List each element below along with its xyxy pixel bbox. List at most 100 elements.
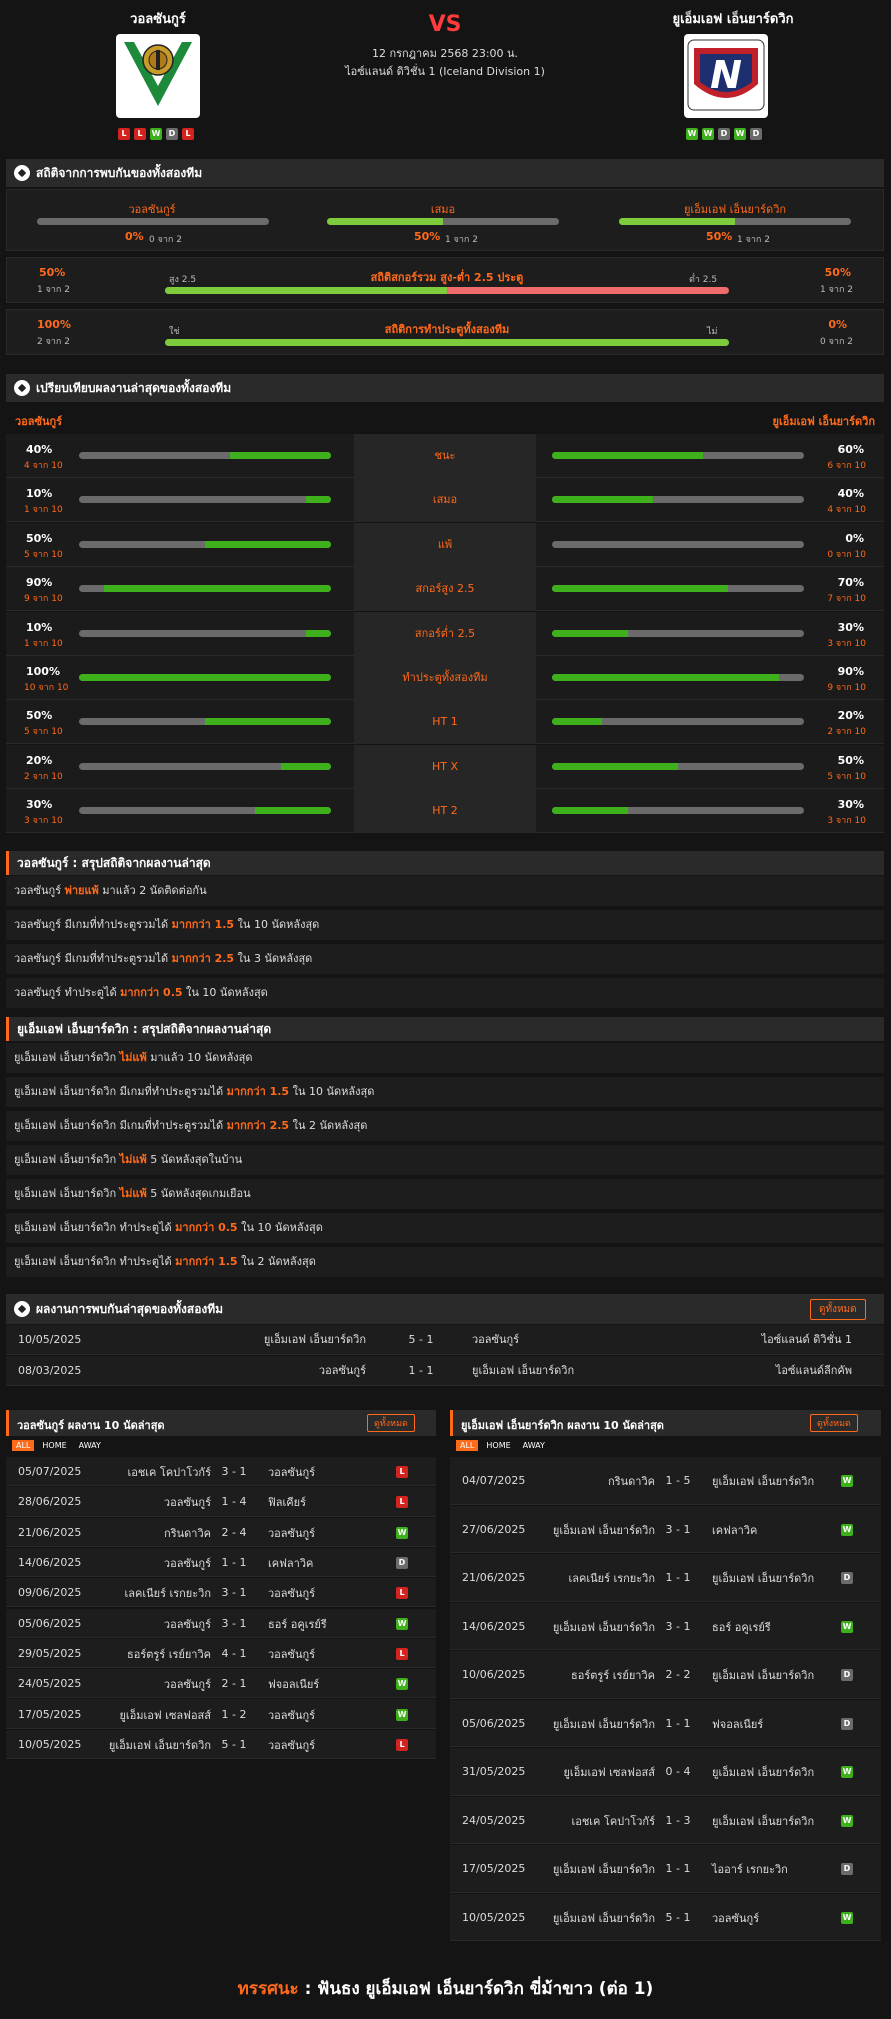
ou-bar (165, 287, 729, 294)
result-badge: W (841, 1523, 853, 1536)
summary-highlight: มากกว่า 0.5 (120, 986, 183, 999)
home-bar (79, 807, 331, 815)
match-row[interactable]: 31/05/2025 ยูเอ็มเอฟ เซลฟอสส์ 0 - 4 ยูเอ็มเ… (450, 1748, 881, 1796)
match-home: เอชเค โคปาโวกัร์ (571, 1814, 655, 1828)
summary-row: ยูเอ็มเอฟ เอ็นยาร์ดวิก มีเกมที่ทำประตูรว… (6, 1111, 884, 1141)
match-home: ยูเอ็มเอฟ เอ็นยาร์ดวิก (552, 1863, 655, 1877)
match-row[interactable]: 09/06/2025 เลคเนียร์ เรกยะวิก 3 - 1 วอลซันก… (6, 1578, 436, 1608)
summary-text: ใน 10 นัดหลังสุด (237, 1221, 323, 1234)
match-date: 21/06/2025 (462, 1571, 526, 1585)
compare-label: HT X (354, 744, 536, 789)
match-row[interactable]: 21/06/2025 เลคเนียร์ เรกยะวิก 1 - 1 ยูเอ็มเ… (450, 1554, 881, 1602)
match-row[interactable]: 21/06/2025 กรินดาวิค 2 - 4 วอลซันกูร์ W (6, 1517, 436, 1547)
h2h-view-all-button[interactable]: ดูทั้งหมด (810, 1299, 866, 1320)
match-away: วอลซันกูร์ (712, 1911, 760, 1925)
compare-label: ทำประตูทั้งสองทีม (354, 656, 536, 700)
away-frac: 2 จาก 10 (827, 727, 866, 738)
compare-label: HT 2 (354, 789, 536, 834)
tab-away[interactable]: AWAY (75, 1440, 105, 1451)
match-row[interactable]: 10/06/2025 ธอร์ตรูร์ เรย์ยาวิค 2 - 2 ยูเอ็ม… (450, 1651, 881, 1699)
summary-text: ยูเอ็มเอฟ เอ็นยาร์ดวิก (14, 1187, 120, 1200)
away-pct: 90% (837, 665, 864, 678)
match-score: 5 - 1 (665, 1910, 691, 1924)
home-last10-view-all[interactable]: ดูทั้งหมด (367, 1414, 415, 1432)
compare-label: สกอร์สูง 2.5 (354, 567, 536, 612)
match-home: ยูเอ็มเอฟ เอ็นยาร์ดวิก (552, 1911, 655, 1925)
match-row[interactable]: 24/05/2025 เอชเค โคปาโวกัร์ 1 - 3 ยูเอ็มเอฟ… (450, 1796, 881, 1844)
summary-text: ใน 10 นัดหลังสุด (234, 918, 320, 931)
away-team-logo[interactable]: N (684, 34, 768, 118)
match-row[interactable]: 10/05/2025 ยูเอ็มเอฟ เอ็นยาร์ดวิก 5 - 1 วอล… (450, 1893, 881, 1941)
away-pct: 0% (845, 531, 864, 545)
summary-highlight: มากกว่า 0.5 (175, 1221, 238, 1234)
tab-all[interactable]: ALL (456, 1440, 479, 1451)
match-away: ฟจอลเนียร์ (268, 1678, 320, 1692)
away-bar-fill (552, 629, 628, 637)
result-badge: L (396, 1738, 408, 1751)
match-away: ธอร์ อคูเรย์รี (268, 1617, 327, 1631)
match-row[interactable]: 05/06/2025 ยูเอ็มเอฟ เอ็นยาร์ดวิก 1 - 1 ฟจอ… (450, 1699, 881, 1747)
ou-right-frac: 1 จาก 2 (820, 285, 853, 295)
match-away: ยูเอ็มเอฟ เอ็นยาร์ดวิก (712, 1766, 815, 1780)
match-home: กรินดาวิค (608, 1475, 655, 1489)
home-frac: 10 จาก 10 (24, 683, 69, 693)
away-team-name[interactable]: ยูเอ็มเอฟ เอ็นยาร์ดวิก (613, 8, 853, 29)
tab-home[interactable]: HOME (38, 1440, 70, 1451)
tab-all[interactable]: ALL (12, 1440, 35, 1451)
h2h-match-row[interactable]: 10/05/2025 ยูเอ็มเอฟ เอ็นยาร์ดวิก 5 - 1 วอล… (6, 1325, 884, 1355)
home-pct: 10% (26, 620, 53, 634)
summary-highlight: มากกว่า 2.5 (226, 1119, 290, 1132)
match-row[interactable]: 10/05/2025 ยูเอ็มเอฟ เอ็นยาร์ดวิก 5 - 1 วอล… (6, 1729, 436, 1759)
match-date: 10/05/2025 (18, 1333, 82, 1346)
home-form-badges: LLWDL (118, 128, 194, 140)
match-date: 10/05/2025 (462, 1910, 526, 1924)
match-score: 1 - 1 (221, 1556, 247, 1570)
match-row[interactable]: 05/06/2025 วอลซันกูร์ 3 - 1 ธอร์ อคูเรย์รี W (6, 1608, 436, 1638)
home-frac: 3 จาก 10 (24, 816, 63, 827)
compare-label: เสมอ (354, 478, 536, 523)
away-last10-view-all[interactable]: ดูทั้งหมด (810, 1414, 858, 1432)
compare-away-name: ยูเอ็มเอฟ เอ็นยาร์ดวิก (772, 415, 875, 428)
away-frac: 0 จาก 10 (827, 549, 866, 560)
h2h-matches-title: ผลงานการพบกันล่าสุดของทั้งสองทีม (36, 1301, 224, 1316)
summary-away-header: ยูเอ็มเอฟ เอ็นยาร์ดวิก : สรุปสถิติจากผลง… (6, 1017, 884, 1041)
match-away: ธอร์ อคูเรย์รี (712, 1620, 771, 1634)
summary-row: วอลซันกูร์ มีเกมที่ทำประตูรวมได้ มากกว่า… (6, 910, 884, 940)
match-row[interactable]: 27/06/2025 ยูเอ็มเอฟ เอ็นยาร์ดวิก 3 - 1 เคฟ… (450, 1505, 881, 1553)
match-date: 10/06/2025 (462, 1668, 526, 1682)
result-badge: W (841, 1766, 853, 1779)
match-date: 28/06/2025 (18, 1495, 82, 1509)
summary-text: 5 นัดหลังสุดเกมเยือน (146, 1187, 251, 1200)
tab-away[interactable]: AWAY (519, 1440, 549, 1451)
result-badge: W (841, 1620, 853, 1633)
away-pct: 30% (837, 798, 864, 812)
match-row[interactable]: 28/06/2025 วอลซันกูร์ 1 - 4 ฟิลเคียร์ L (6, 1487, 436, 1517)
match-row[interactable]: 14/06/2025 วอลซันกูร์ 1 - 1 เคฟลาวิค D (6, 1547, 436, 1578)
result-badge: D (841, 1717, 853, 1730)
match-row[interactable]: 24/05/2025 วอลซันกูร์ 2 - 1 ฟจอลเนียร์ W (6, 1669, 436, 1699)
home-team-logo[interactable] (116, 34, 200, 118)
summary-row: ยูเอ็มเอฟ เอ็นยาร์ดวิก ไม่แพ้ มาแล้ว 10 … (6, 1043, 884, 1073)
btts-panel: 100% 2 จาก 2 ใช่ สถิติการทำประตูทั้งสองท… (6, 309, 884, 355)
match-home: วอลซันกูร์ (163, 1557, 211, 1571)
match-row[interactable]: 14/06/2025 ยูเอ็มเอฟ เอ็นยาร์ดวิก 3 - 1 ธอร… (450, 1602, 881, 1650)
match-league: ไอซ์แลนด์ ดิวิชั่น 1 (Iceland Division 1… (345, 65, 545, 78)
home-team-name[interactable]: วอลซันกูร์ (38, 8, 278, 29)
match-row[interactable]: 05/07/2025 เอชเค โคปาโวกัร์ 3 - 1 วอลซันกูร… (6, 1457, 436, 1487)
match-row[interactable]: 04/07/2025 กรินดาวิค 1 - 5 ยูเอ็มเอฟ เอ็นยา… (450, 1457, 881, 1505)
soccer-ball-icon (14, 165, 30, 181)
h2h-match-row[interactable]: 08/03/2025 วอลซันกูร์ 1 - 1 ยูเอ็มเอฟ เอ็นย… (6, 1356, 884, 1386)
match-row[interactable]: 17/05/2025 ยูเอ็มเอฟ เซลฟอสส์ 1 - 2 วอลซันก… (6, 1699, 436, 1729)
match-score: 1 - 4 (221, 1495, 247, 1509)
summary-text: วอลซันกูร์ (14, 884, 65, 897)
tab-home[interactable]: HOME (482, 1440, 514, 1451)
home-bar (79, 452, 331, 459)
match-home: กรินดาวิค (164, 1526, 211, 1540)
away-last10-tabs: ALL HOME AWAY (456, 1440, 549, 1451)
match-row[interactable]: 17/05/2025 ยูเอ็มเอฟ เอ็นยาร์ดวิก 1 - 1 ไออ… (450, 1845, 881, 1893)
h2h-draw-frac: 1 จาก 2 (445, 235, 478, 245)
summary-highlight: พ่ายแพ้ (64, 884, 99, 897)
away-bar (552, 762, 804, 770)
summary-text: วอลซันกูร์ มีเกมที่ทำประตูรวมได้ (14, 952, 172, 965)
match-row[interactable]: 29/05/2025 ธอร์ตรูร์ เรย์ยาวิค 4 - 1 วอลซัน… (6, 1638, 436, 1669)
